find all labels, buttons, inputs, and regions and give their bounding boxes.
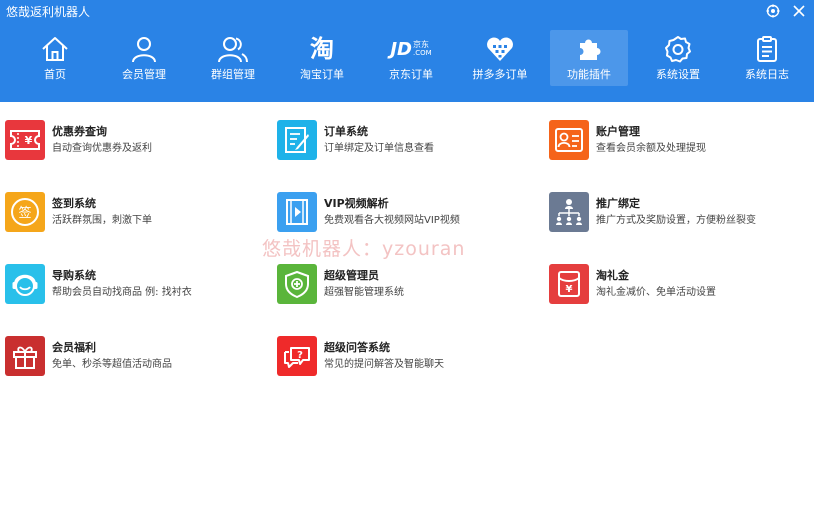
qa-icon: ? <box>277 336 317 376</box>
nav-item-home[interactable]: 首页 <box>16 30 94 86</box>
feature-title: 会员福利 <box>52 341 96 354</box>
feature-desc: 帮助会员自动找商品 例: 找衬衣 <box>52 287 192 298</box>
feature-desc: 订单绑定及订单信息查看 <box>324 143 434 154</box>
feature-desc: 免费观看各大视频网站VIP视频 <box>324 215 460 226</box>
feature-order-system[interactable]: 订单系统 订单绑定及订单信息查看 <box>277 118 537 162</box>
nav-item-taobao[interactable]: 淘 淘宝订单 <box>283 30 361 86</box>
feature-taolijin[interactable]: ¥ 淘礼金 淘礼金减价、免单活动设置 <box>549 262 809 306</box>
user-icon <box>128 33 160 65</box>
feature-shopping-guide[interactable]: 导购系统 帮助会员自动找商品 例: 找衬衣 <box>5 262 265 306</box>
group-icon <box>217 33 249 65</box>
feature-title: 推广绑定 <box>596 197 640 210</box>
svg-text:¥: ¥ <box>25 134 33 147</box>
feature-super-qa[interactable]: ? 超级问答系统 常见的提问解答及智能聊天 <box>277 334 537 378</box>
watermark: 悠哉机器人：yzouran <box>262 238 466 260</box>
header-bar: 悠哉返利机器人 首页 会员管理 群组管理 淘 淘宝订单 JD 京东 .COM 京… <box>0 0 814 102</box>
feature-title: 订单系统 <box>324 125 368 138</box>
feature-grid: ¥ 优惠券查询 自动查询优惠券及返利 订单系统 订单绑定及订单信息查看 账户管理… <box>0 102 814 517</box>
feature-title: 淘礼金 <box>596 269 629 282</box>
svg-text:签: 签 <box>18 205 31 221</box>
close-icon[interactable] <box>790 2 808 20</box>
account-icon <box>549 120 589 160</box>
promotion-icon <box>549 192 589 232</box>
nav-item-logs[interactable]: 系统日志 <box>728 30 806 86</box>
window-title: 悠哉返利机器人 <box>6 5 91 19</box>
pinduoduo-icon <box>484 33 516 65</box>
puzzle-icon <box>573 33 605 65</box>
feature-vip-video[interactable]: VIP视频解析 免费观看各大视频网站VIP视频 <box>277 190 537 234</box>
feature-title: 优惠券查询 <box>52 125 107 138</box>
feature-coupon-query[interactable]: ¥ 优惠券查询 自动查询优惠券及返利 <box>5 118 265 162</box>
taolijin-icon: ¥ <box>549 264 589 304</box>
feature-member-welfare[interactable]: 会员福利 免单、秒杀等超值活动商品 <box>5 334 265 378</box>
nav-item-settings[interactable]: 系统设置 <box>639 30 717 86</box>
svg-text:?: ? <box>297 350 303 361</box>
nav-item-groups[interactable]: 群组管理 <box>194 30 272 86</box>
feature-desc: 活跃群氛围，刺激下单 <box>52 215 152 226</box>
coupon-icon: ¥ <box>5 120 45 160</box>
feature-signin-system[interactable]: 签 签到系统 活跃群氛围，刺激下单 <box>5 190 265 234</box>
video-icon <box>277 192 317 232</box>
main-nav: 首页 会员管理 群组管理 淘 淘宝订单 JD 京东 .COM 京东订单 拼多多订… <box>16 30 806 86</box>
feature-account-management[interactable]: 账户管理 查看会员余额及处理提现 <box>549 118 809 162</box>
feature-desc: 超强智能管理系统 <box>324 287 404 298</box>
nav-label: 群组管理 <box>211 68 255 81</box>
feature-title: 签到系统 <box>52 197 96 210</box>
feature-desc: 自动查询优惠券及返利 <box>52 143 152 154</box>
admin-shield-icon <box>277 264 317 304</box>
svg-text:¥: ¥ <box>566 284 573 295</box>
nav-item-jd[interactable]: JD 京东 .COM 京东订单 <box>372 30 450 86</box>
jd-icon: JD 京东 .COM <box>390 38 432 60</box>
feature-title: 账户管理 <box>596 125 640 138</box>
nav-item-members[interactable]: 会员管理 <box>105 30 183 86</box>
feature-desc: 推广方式及奖励设置，方便粉丝裂变 <box>596 215 756 226</box>
nav-item-plugins[interactable]: 功能插件 <box>550 30 628 86</box>
nav-label: 淘宝订单 <box>300 68 344 81</box>
signin-icon: 签 <box>5 192 45 232</box>
order-icon <box>277 120 317 160</box>
nav-label: 功能插件 <box>567 68 611 81</box>
log-icon <box>751 33 783 65</box>
gear-icon <box>662 33 694 65</box>
feature-title: 导购系统 <box>52 269 96 282</box>
feature-desc: 常见的提问解答及智能聊天 <box>324 359 444 370</box>
feature-desc: 免单、秒杀等超值活动商品 <box>52 359 172 370</box>
taobao-icon: 淘 <box>310 35 334 63</box>
feature-super-admin[interactable]: 超级管理员 超强智能管理系统 <box>277 262 537 306</box>
guide-icon <box>5 264 45 304</box>
nav-label: 系统日志 <box>745 68 789 81</box>
window-controls <box>764 2 808 20</box>
home-icon <box>39 33 71 65</box>
feature-title: 超级管理员 <box>324 269 379 282</box>
nav-label: 拼多多订单 <box>472 68 528 81</box>
feature-title: 超级问答系统 <box>324 341 390 354</box>
settings-icon[interactable] <box>764 2 782 20</box>
feature-desc: 淘礼金减价、免单活动设置 <box>596 287 716 298</box>
nav-item-pinduoduo[interactable]: 拼多多订单 <box>461 30 539 86</box>
nav-label: 系统设置 <box>656 68 700 81</box>
nav-label: 京东订单 <box>389 68 433 81</box>
nav-label: 首页 <box>44 68 66 81</box>
gift-icon <box>5 336 45 376</box>
feature-desc: 查看会员余额及处理提现 <box>596 143 706 154</box>
feature-title: VIP视频解析 <box>324 197 389 210</box>
feature-promotion-binding[interactable]: 推广绑定 推广方式及奖励设置，方便粉丝裂变 <box>549 190 809 234</box>
nav-label: 会员管理 <box>122 68 166 81</box>
